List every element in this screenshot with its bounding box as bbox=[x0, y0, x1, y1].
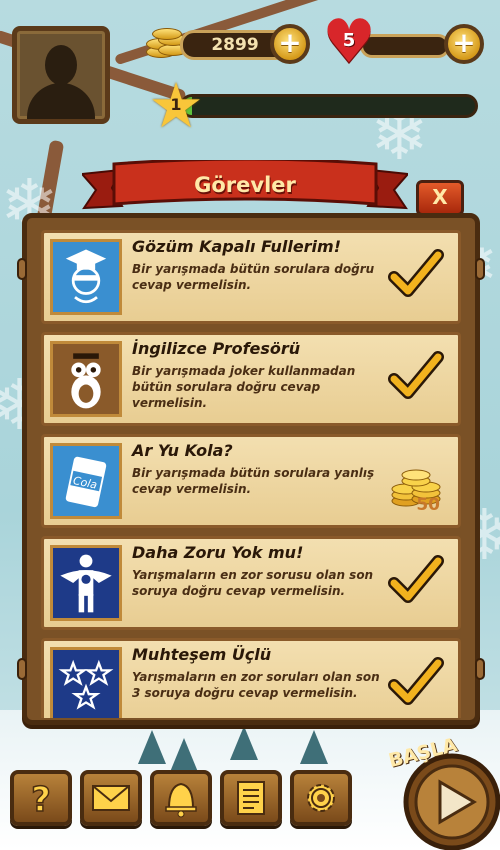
quests-button[interactable] bbox=[220, 770, 282, 826]
checkmark-icon bbox=[388, 249, 444, 297]
quests-panel: Gözüm Kapalı Fullerim! Bir yarışmada büt… bbox=[17, 213, 485, 725]
quest-item[interactable]: Cola Ar Yu Kola? Bir yarışmada bütün sor… bbox=[41, 434, 461, 528]
avatar-silhouette bbox=[45, 45, 77, 85]
svg-text:?: ? bbox=[31, 780, 51, 820]
quest-item[interactable]: İngilizce Profesörü Bir yarışmada joker … bbox=[41, 332, 461, 426]
quest-title: Muhteşem Üçlü bbox=[132, 645, 272, 664]
level-number: 1 bbox=[170, 95, 182, 114]
quest-title: Gözüm Kapalı Fullerim! bbox=[132, 237, 342, 256]
bell-icon bbox=[165, 782, 197, 818]
panel-title: Görevler bbox=[194, 173, 296, 197]
mail-icon bbox=[92, 785, 130, 811]
pine-tree bbox=[230, 726, 258, 760]
quest-title: Daha Zoru Yok mu! bbox=[132, 543, 304, 562]
level-progress-bar bbox=[180, 94, 478, 118]
three-stars-icon bbox=[50, 647, 122, 718]
pine-tree bbox=[170, 738, 198, 772]
quest-title: Ar Yu Kola? bbox=[132, 441, 233, 460]
mail-button[interactable] bbox=[80, 770, 142, 826]
buy-coins-button[interactable]: + bbox=[270, 24, 310, 64]
cola-can-icon: Cola bbox=[50, 443, 122, 519]
quest-description: Yarışmaların en zor sorusu olan son soru… bbox=[132, 568, 374, 598]
hearts-counter: 5 bbox=[342, 30, 356, 51]
blindfold-graduate-icon bbox=[50, 239, 122, 315]
quest-item[interactable]: Muhteşem Üçlü Yarışmaların en zor sorula… bbox=[41, 638, 461, 718]
quest-description: Yarışmaların en zor soruları olan son 3 … bbox=[132, 670, 380, 700]
quest-list[interactable]: Gözüm Kapalı Fullerim! Bir yarışmada büt… bbox=[41, 230, 461, 718]
owl-professor-icon bbox=[50, 341, 122, 417]
buy-hearts-button[interactable]: + bbox=[444, 24, 484, 64]
pine-tree bbox=[138, 730, 166, 764]
close-button[interactable]: X bbox=[416, 180, 464, 216]
quest-item[interactable]: Daha Zoru Yok mu! Yarışmaların en zor so… bbox=[41, 536, 461, 630]
checkmark-icon bbox=[388, 555, 444, 603]
help-icon: ? bbox=[30, 779, 51, 821]
reward-amount: 50 bbox=[416, 495, 440, 515]
quest-description: Bir yarışmada joker kullanmadan bütün so… bbox=[132, 364, 356, 410]
notifications-button[interactable] bbox=[150, 770, 212, 826]
quest-description: Bir yarışmada bütün sorulara doğru cevap… bbox=[132, 262, 375, 292]
gear-icon bbox=[307, 784, 335, 812]
checkmark-icon bbox=[388, 351, 444, 399]
pine-tree bbox=[300, 730, 328, 764]
quest-description: Bir yarışmada bütün sorulara yanlış ceva… bbox=[132, 466, 375, 496]
checkmark-icon bbox=[388, 657, 444, 705]
list-icon bbox=[237, 781, 265, 815]
help-button[interactable]: ? bbox=[10, 770, 72, 826]
settings-button[interactable] bbox=[290, 770, 352, 826]
superhero-icon bbox=[50, 545, 122, 621]
avatar[interactable] bbox=[12, 26, 110, 124]
quest-title: İngilizce Profesörü bbox=[132, 339, 301, 358]
quest-item[interactable]: Gözüm Kapalı Fullerim! Bir yarışmada büt… bbox=[41, 230, 461, 324]
